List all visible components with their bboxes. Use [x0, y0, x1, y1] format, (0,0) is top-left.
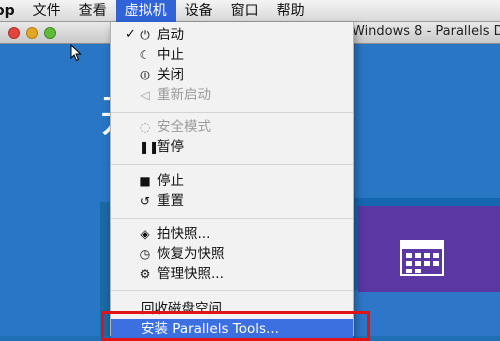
menu-item-shut-down[interactable]: ⏼ 关闭 [111, 65, 353, 85]
menubar-app-name[interactable]: op [0, 0, 24, 22]
restart-icon: ◁ [140, 88, 150, 102]
menubar-window[interactable]: 窗口 [222, 0, 268, 22]
annotation-highlight-box [101, 311, 370, 341]
menu-item-label: 拍快照... [157, 226, 211, 242]
virtual-machine-menu: ✓ ⏻ 启动 ☾ 中止 ⏼ 关闭 ◁ 重新启动 ◌ 安全模式 ❚❚ 暂停 ■ 停… [110, 22, 354, 339]
menu-item-label: 管理快照... [157, 266, 224, 282]
menu-separator [111, 218, 353, 219]
mac-menubar: op 文件 查看 虚拟机 设备 窗口 帮助 [0, 0, 500, 22]
menu-item-label: 启动 [157, 27, 184, 43]
menu-item-label: 关闭 [157, 67, 184, 83]
menu-item-label: 恢复为快照 [157, 246, 225, 262]
mouse-pointer-icon [70, 44, 82, 62]
checkmark-icon: ✓ [125, 27, 136, 42]
minimize-window-button[interactable] [26, 27, 38, 39]
menu-item-stop[interactable]: ■ 停止 [111, 171, 353, 191]
menu-separator [111, 164, 353, 165]
reset-icon: ↺ [139, 194, 151, 208]
pause-icon: ❚❚ [139, 140, 160, 154]
power-icon: ⏻ [140, 28, 150, 42]
window-title: Windows 8 - Parallels De [352, 24, 500, 39]
menubar-view[interactable]: 查看 [70, 0, 116, 22]
menubar-virtual-machine[interactable]: 虚拟机 [115, 0, 176, 22]
menu-item-label: 停止 [157, 173, 184, 189]
revert-snapshot-icon: ◷ [139, 247, 151, 261]
menu-item-manage-snapshots[interactable]: ⚙ 管理快照... [111, 264, 353, 284]
stop-icon: ■ [139, 174, 151, 188]
menu-item-suspend[interactable]: ☾ 中止 [111, 45, 353, 65]
take-snapshot-icon: ◈ [140, 227, 150, 241]
manage-snapshot-icon: ⚙ [139, 267, 151, 281]
menu-separator [111, 290, 353, 291]
safe-mode-icon: ◌ [139, 120, 151, 134]
calendar-icon [400, 240, 444, 276]
menu-item-safe-mode: ◌ 安全模式 [111, 117, 353, 137]
menu-item-pause[interactable]: ❚❚ 暂停 [111, 137, 353, 157]
close-window-button[interactable] [8, 27, 20, 39]
menu-item-label: 安全模式 [157, 119, 211, 135]
zoom-window-button[interactable] [44, 27, 56, 39]
menu-separator [111, 112, 353, 113]
menubar-devices[interactable]: 设备 [176, 0, 222, 22]
menu-item-start[interactable]: ✓ ⏻ 启动 [111, 25, 353, 45]
menu-item-label: 暂停 [157, 139, 184, 155]
menu-item-take-snapshot[interactable]: ◈ 拍快照... [111, 224, 353, 244]
moon-icon: ☾ [139, 48, 151, 62]
menu-item-reset[interactable]: ↺ 重置 [111, 191, 353, 211]
menu-item-label: 重新启动 [157, 87, 211, 103]
menu-item-restart: ◁ 重新启动 [111, 85, 353, 105]
menubar-file[interactable]: 文件 [24, 0, 70, 22]
menu-item-revert-snapshot[interactable]: ◷ 恢复为快照 [111, 244, 353, 264]
menu-item-label: 重置 [157, 193, 184, 209]
menu-item-label: 中止 [157, 47, 184, 63]
shutdown-icon: ⏼ [140, 68, 150, 82]
menubar-help[interactable]: 帮助 [268, 0, 314, 22]
